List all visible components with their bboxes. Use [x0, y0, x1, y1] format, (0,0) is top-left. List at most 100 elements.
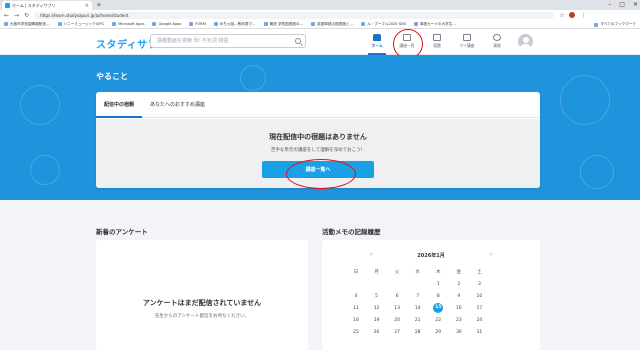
reload-icon[interactable]: ↻	[24, 12, 29, 19]
calendar-day[interactable]: 25	[346, 326, 366, 338]
calendar-day[interactable]: 30	[449, 326, 469, 338]
decoration-circle	[30, 155, 60, 185]
calendar-week-row: 18 19 20 21 22 23 24	[346, 314, 518, 326]
profile-icon[interactable]	[569, 12, 576, 18]
search-icon[interactable]	[295, 38, 301, 44]
bookmark-item[interactable]: ル・プーブル2025 SNS	[361, 22, 406, 27]
bookmark-item[interactable]: ソニーミュージックのPC	[57, 22, 104, 27]
calendar-day[interactable]: 2	[449, 278, 469, 290]
calendar-day[interactable]: 9	[449, 290, 469, 302]
bookmark-item[interactable]: 朝読 学校図書館の…	[263, 22, 303, 27]
bookmark-item[interactable]: FORM	[189, 22, 206, 26]
minimize-button[interactable]: –	[608, 0, 611, 9]
annotation-circle-button	[286, 159, 356, 189]
tab-current-homework[interactable]: 配信中の宿題	[96, 92, 143, 118]
calendar-day[interactable]: 17	[469, 302, 489, 314]
calendar-day[interactable]: 27	[387, 326, 407, 338]
menu-icon[interactable]: ⋮	[580, 12, 586, 19]
calendar-day[interactable]: 6	[387, 290, 407, 302]
empty-subtitle: 苦手な単元の講座をして理解を深めておこう！	[270, 148, 366, 153]
calendar-day[interactable]: 5	[367, 290, 387, 302]
survey-panel: アンケートはまだ配信されていません 先生からのアンケート配信をお待ちください。	[96, 240, 308, 350]
calendar-day[interactable]: 18	[346, 314, 366, 326]
bookmark-item[interactable]: 大阪市学校園情報配信…	[4, 22, 50, 27]
folder-icon	[594, 22, 599, 27]
search-input[interactable]: 講義動画を検索 例: 不定詞 物語	[150, 34, 306, 48]
search-placeholder: 講義動画を検索 例: 不定詞 物語	[157, 38, 229, 44]
star-icon[interactable]: ☆	[559, 12, 564, 19]
my-course-icon	[463, 34, 471, 41]
browser-toolbar: ← → ↻ https://learn.studysapuri.jp/ja/ho…	[0, 10, 640, 20]
browser-tabbar: ホーム | スタディサプリ × + – □ ✕	[0, 0, 640, 10]
address-bar[interactable]: https://learn.studysapuri.jp/ja/home/stu…	[34, 11, 555, 19]
calendar-grid: 日月火水木金土 1 2 3 4 5 6 7 8 9 10 11 12 13 14 15 16 17 18 19 20 21…	[346, 266, 518, 338]
forward-icon[interactable]: →	[14, 12, 19, 19]
bookmark-item[interactable]: Microsoft Apps	[112, 22, 144, 26]
calendar-weekday: 月	[374, 270, 379, 275]
calendar-day[interactable]: 28	[408, 326, 428, 338]
calendar-day[interactable]: 4	[346, 290, 366, 302]
browser-tab[interactable]: ホーム | スタディサプリ ×	[2, 1, 92, 10]
calendar-day[interactable]: 14	[408, 302, 428, 314]
tab-recommended-courses[interactable]: あなたへのおすすめ講座	[142, 92, 213, 118]
nav-messages[interactable]: 連絡	[486, 32, 508, 52]
calendar-day[interactable]: 22	[428, 314, 448, 326]
bookmark-icon	[311, 22, 316, 26]
bookmark-item[interactable]: Google Apps	[152, 22, 181, 26]
calendar-section-title: 活動メモの記録履歴	[322, 228, 381, 236]
all-bookmarks[interactable]: すべてのブックマーク	[594, 22, 636, 27]
bookmark-icon	[263, 22, 268, 26]
nav-my-course[interactable]: マイ講座	[456, 32, 478, 52]
chat-icon	[493, 34, 501, 41]
calendar-day[interactable]: 7	[408, 290, 428, 302]
maximize-button[interactable]: □	[619, 0, 625, 9]
calendar-day[interactable]: 31	[469, 326, 489, 338]
bookmark-item[interactable]: めちゃ話…教科書で…	[213, 22, 256, 27]
calendar-day[interactable]: 10	[469, 290, 489, 302]
calendar-day-today[interactable]: 15	[428, 302, 448, 314]
survey-empty-subtitle: 先生からのアンケート配信をお待ちください。	[154, 314, 250, 319]
bookmark-icon	[361, 22, 366, 26]
tab-close-icon[interactable]: ×	[85, 3, 89, 9]
calendar-day[interactable]: 23	[449, 314, 469, 326]
calendar-day[interactable]: 24	[469, 314, 489, 326]
browser-tab-title: ホーム | スタディサプリ	[12, 2, 56, 8]
calendar-day[interactable]: 21	[408, 314, 428, 326]
close-window-button[interactable]: ✕	[633, 0, 638, 9]
homework-icon	[433, 34, 441, 41]
calendar-weekday: 土	[477, 270, 482, 275]
calendar-month: 2026年1月	[417, 253, 445, 259]
calendar-day[interactable]: 13	[387, 302, 407, 314]
nav-home[interactable]: ホーム	[366, 32, 388, 55]
new-tab-button[interactable]: +	[96, 1, 102, 9]
calendar-week-row: 11 12 13 14 15 16 17	[346, 302, 518, 314]
calendar-week-row: 4 5 6 7 8 9 10	[346, 290, 518, 302]
calendar-week-row: 25 26 27 28 29 30 31	[346, 326, 518, 338]
calendar-weekday: 火	[394, 270, 400, 275]
home-icon	[373, 34, 381, 41]
bookmark-icon	[152, 22, 157, 26]
bookmarks-bar: 大阪市学校園情報配信… ソニーミュージックのPC Microsoft Apps …	[0, 20, 640, 29]
decoration-circle	[580, 155, 614, 189]
nav-homework[interactable]: 宿題	[426, 32, 448, 52]
bookmark-item[interactable]: 英語単語の図書館と…	[311, 22, 353, 27]
user-avatar[interactable]	[518, 34, 533, 49]
calendar-day[interactable]: 26	[367, 326, 387, 338]
calendar-next-icon[interactable]: ›	[490, 251, 492, 258]
decoration-circle	[240, 65, 266, 91]
calendar-day[interactable]: 16	[449, 302, 469, 314]
calendar-weekday: 水	[415, 270, 420, 275]
calendar-day[interactable]: 12	[367, 302, 387, 314]
calendar-day[interactable]: 1	[428, 278, 448, 290]
calendar-day[interactable]: 11	[346, 302, 366, 314]
bookmark-icon	[413, 22, 418, 26]
todo-tabs: 配信中の宿題 あなたへのおすすめ講座	[96, 92, 540, 118]
calendar-day[interactable]: 20	[387, 314, 407, 326]
calendar-day[interactable]: 29	[428, 326, 448, 338]
bookmark-item[interactable]: 単語カードの大学生…	[413, 22, 456, 27]
calendar-day[interactable]: 3	[469, 278, 489, 290]
bookmark-icon	[4, 22, 8, 26]
back-icon[interactable]: ←	[4, 12, 9, 19]
calendar-day[interactable]: 19	[367, 314, 387, 326]
calendar-day[interactable]: 8	[428, 290, 448, 302]
